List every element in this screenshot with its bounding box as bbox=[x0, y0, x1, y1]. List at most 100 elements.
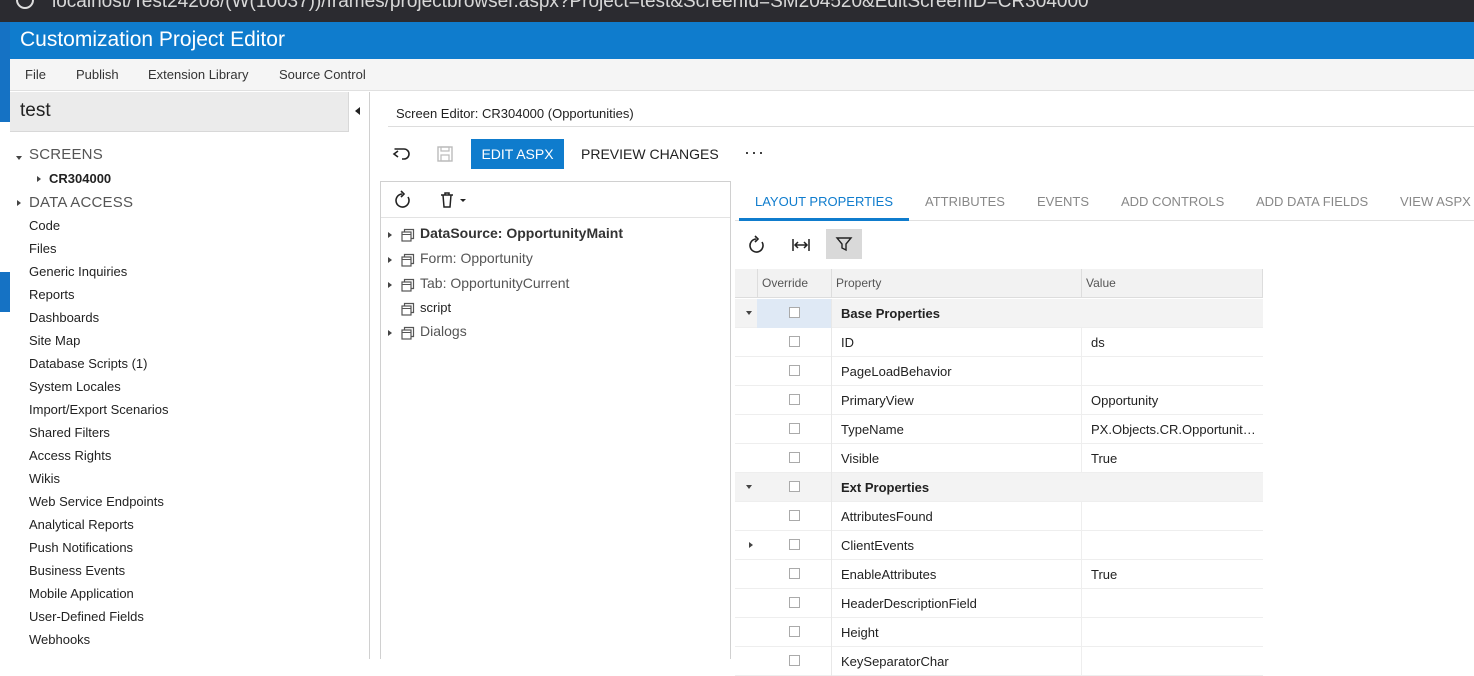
property-value[interactable]: ds bbox=[1091, 335, 1257, 350]
sidebar-item-business-events[interactable]: Business Events bbox=[29, 563, 125, 578]
screens-collapse-icon[interactable] bbox=[16, 156, 22, 160]
more-actions-button[interactable]: ··· bbox=[744, 142, 765, 163]
tab-attributes[interactable]: ATTRIBUTES bbox=[925, 194, 1005, 209]
tree-node[interactable]: Tab: OpportunityCurrent bbox=[381, 275, 721, 295]
table-row[interactable]: Visible True bbox=[735, 444, 1263, 473]
table-row[interactable]: PrimaryView Opportunity bbox=[735, 386, 1263, 415]
column-header-override[interactable]: Override bbox=[762, 276, 808, 290]
group-row[interactable]: Base Properties bbox=[735, 299, 1263, 328]
property-value[interactable]: True bbox=[1091, 451, 1257, 466]
override-checkbox[interactable] bbox=[789, 655, 800, 666]
screen-expand-icon[interactable] bbox=[37, 176, 41, 182]
sidebar-item-access-rights[interactable]: Access Rights bbox=[29, 448, 111, 463]
override-checkbox[interactable] bbox=[789, 481, 800, 492]
override-checkbox[interactable] bbox=[789, 510, 800, 521]
override-checkbox[interactable] bbox=[789, 597, 800, 608]
refresh-grid-icon[interactable] bbox=[745, 233, 769, 257]
tab-layout-properties[interactable]: LAYOUT PROPERTIES bbox=[755, 194, 893, 209]
table-row[interactable]: TypeName PX.Objects.CR.OpportunityMaint bbox=[735, 415, 1263, 444]
override-checkbox[interactable] bbox=[789, 423, 800, 434]
table-row[interactable]: EnableAttributes True bbox=[735, 560, 1263, 589]
group-row[interactable]: Ext Properties bbox=[735, 473, 1263, 502]
delete-dropdown-icon[interactable] bbox=[436, 188, 472, 212]
property-name: KeySeparatorChar bbox=[841, 654, 949, 669]
sidebar-item-web-service-endpoints[interactable]: Web Service Endpoints bbox=[29, 494, 164, 509]
sidebar-item-push-notifications[interactable]: Push Notifications bbox=[29, 540, 133, 555]
collapse-group-icon[interactable] bbox=[746, 311, 752, 315]
undo-icon[interactable] bbox=[390, 142, 414, 166]
property-name: AttributesFound bbox=[841, 509, 933, 524]
sidebar-item-files[interactable]: Files bbox=[29, 241, 56, 256]
table-row[interactable]: KeySeparatorChar bbox=[735, 647, 1263, 676]
edit-aspx-button[interactable]: EDIT ASPX bbox=[471, 139, 564, 169]
table-row[interactable]: Height bbox=[735, 618, 1263, 647]
sidebar-item-cr304000[interactable]: CR304000 bbox=[49, 171, 111, 186]
browser-address-bar[interactable]: localhost/Test24208/(W(10037))/frames/pr… bbox=[0, 0, 1474, 22]
override-checkbox[interactable] bbox=[789, 452, 800, 463]
override-checkbox[interactable] bbox=[789, 394, 800, 405]
tab-add-data-fields[interactable]: ADD DATA FIELDS bbox=[1256, 194, 1368, 209]
sidebar-item-database-scripts-1[interactable]: Database Scripts (1) bbox=[29, 356, 148, 371]
table-row[interactable]: HeaderDescriptionField bbox=[735, 589, 1263, 618]
fit-columns-icon[interactable] bbox=[789, 233, 813, 257]
sidebar-item-system-locales[interactable]: System Locales bbox=[29, 379, 121, 394]
data-access-expand-icon[interactable] bbox=[17, 200, 21, 206]
outer-frame-strip bbox=[0, 22, 10, 659]
override-checkbox[interactable] bbox=[789, 307, 800, 318]
sidebar-item-dashboards[interactable]: Dashboards bbox=[29, 310, 99, 325]
menu-extension-library[interactable]: Extension Library bbox=[148, 67, 248, 82]
refresh-icon[interactable] bbox=[391, 188, 415, 212]
sidebar-item-code[interactable]: Code bbox=[29, 218, 60, 233]
sidebar-item-reports[interactable]: Reports bbox=[29, 287, 75, 302]
property-value[interactable]: PX.Objects.CR.OpportunityMaint bbox=[1091, 422, 1257, 437]
column-header-property[interactable]: Property bbox=[836, 276, 881, 290]
sidebar-section-data-access[interactable]: DATA ACCESS bbox=[29, 194, 133, 211]
table-row[interactable]: ClientEvents bbox=[735, 531, 1263, 560]
sidebar-item-mobile-application[interactable]: Mobile Application bbox=[29, 586, 134, 601]
expand-icon[interactable] bbox=[388, 232, 392, 238]
property-name: Visible bbox=[841, 451, 880, 466]
expand-icon[interactable] bbox=[388, 330, 392, 336]
sidebar-item-generic-inquiries[interactable]: Generic Inquiries bbox=[29, 264, 127, 279]
table-row[interactable]: ID ds bbox=[735, 328, 1263, 357]
menu-file[interactable]: File bbox=[25, 67, 46, 82]
override-checkbox[interactable] bbox=[789, 626, 800, 637]
sidebar-item-site-map[interactable]: Site Map bbox=[29, 333, 80, 348]
tree-node[interactable]: Dialogs bbox=[381, 323, 721, 343]
property-name: ClientEvents bbox=[841, 538, 914, 553]
sidebar-item-wikis[interactable]: Wikis bbox=[29, 471, 60, 486]
expand-icon[interactable] bbox=[388, 282, 392, 288]
save-icon[interactable] bbox=[433, 142, 457, 166]
tree-node[interactable]: Form: Opportunity bbox=[381, 250, 721, 270]
sidebar-item-webhooks[interactable]: Webhooks bbox=[29, 632, 90, 647]
expand-icon[interactable] bbox=[388, 257, 392, 263]
sidebar-item-shared-filters[interactable]: Shared Filters bbox=[29, 425, 110, 440]
tab-events[interactable]: EVENTS bbox=[1037, 194, 1089, 209]
menu-publish[interactable]: Publish bbox=[76, 67, 119, 82]
filter-button[interactable] bbox=[826, 229, 862, 259]
tab-view-aspx[interactable]: VIEW ASPX bbox=[1400, 194, 1471, 209]
table-row[interactable]: PageLoadBehavior bbox=[735, 357, 1263, 386]
sidebar-item-import-export-scenarios[interactable]: Import/Export Scenarios bbox=[29, 402, 168, 417]
property-value[interactable]: Opportunity bbox=[1091, 393, 1257, 408]
property-value[interactable]: True bbox=[1091, 567, 1257, 582]
tree-node[interactable]: DataSource: OpportunityMaint bbox=[381, 225, 721, 245]
site-info-icon[interactable] bbox=[16, 0, 34, 9]
collapse-group-icon[interactable] bbox=[746, 485, 752, 489]
tab-add-controls[interactable]: ADD CONTROLS bbox=[1121, 194, 1224, 209]
override-checkbox[interactable] bbox=[789, 336, 800, 347]
override-checkbox[interactable] bbox=[789, 539, 800, 550]
table-row[interactable]: AttributesFound bbox=[735, 502, 1263, 531]
tree-node[interactable]: script bbox=[381, 299, 721, 319]
override-checkbox[interactable] bbox=[789, 365, 800, 376]
preview-changes-button[interactable]: PREVIEW CHANGES bbox=[581, 146, 719, 162]
tree-node-label: Form: Opportunity bbox=[420, 250, 533, 266]
expand-row-icon[interactable] bbox=[749, 542, 753, 548]
override-checkbox[interactable] bbox=[789, 568, 800, 579]
collapse-sidebar-button[interactable] bbox=[348, 92, 369, 132]
menu-source-control[interactable]: Source Control bbox=[279, 67, 366, 82]
sidebar-section-screens[interactable]: SCREENS bbox=[29, 146, 103, 163]
column-header-value[interactable]: Value bbox=[1086, 276, 1116, 290]
sidebar-item-analytical-reports[interactable]: Analytical Reports bbox=[29, 517, 134, 532]
sidebar-item-user-defined-fields[interactable]: User-Defined Fields bbox=[29, 609, 144, 624]
